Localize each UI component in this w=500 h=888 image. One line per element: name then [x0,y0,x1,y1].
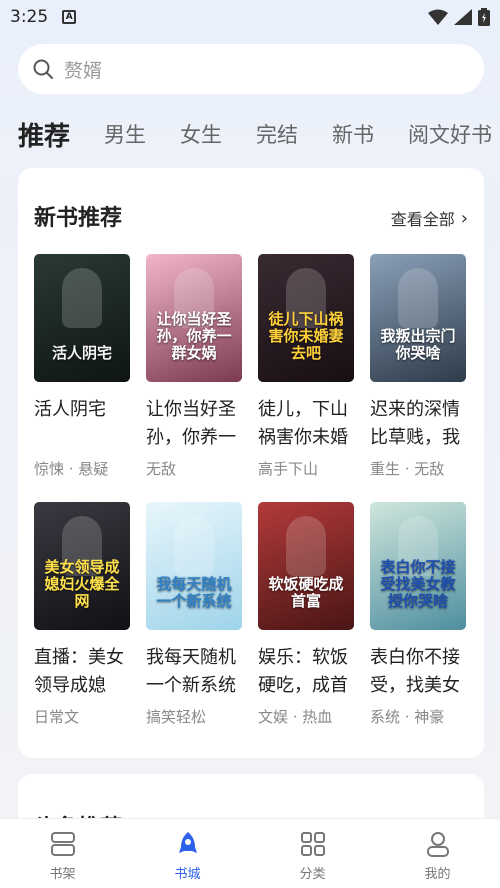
bookstore-icon [178,832,197,853]
cover-figure [174,516,214,576]
search-icon [33,59,53,79]
wifi-icon [428,9,448,25]
cover-title-text: 我每天随机一个新系统 [156,575,232,610]
chevron-right-icon: › [460,207,468,229]
book-tags: 惊悚 · 悬疑 [34,460,109,478]
cover-title-text: 软饭硬吃成首富 [268,575,344,610]
book-item[interactable]: 软饭硬吃成首富娱乐：软饭硬吃，成首文娱 · 热血 [258,502,356,727]
book-tags: 重生 · 无敌 [370,460,445,478]
section-header: 新书推荐 查看全部 › [34,198,468,234]
profile-icon [426,832,449,857]
nav-bookshelf[interactable]: 书架 [0,819,125,888]
signal-icon [454,9,472,25]
book-item[interactable]: 我叛出宗门你哭啥迟来的深情比草贱，我重生 · 无敌 [370,254,468,479]
book-cover[interactable]: 我叛出宗门你哭啥 [370,254,466,382]
tab-female[interactable]: 女生 [180,119,222,149]
cover-title-text: 活人阴宅 [51,344,112,362]
nav-category-label: 分类 [299,867,326,882]
book-cover[interactable]: 美女领导成媳妇火爆全网 [34,502,130,630]
book-title[interactable]: 活人阴宅 [34,396,132,452]
cover-title-text: 我叛出宗门你哭啥 [380,327,456,362]
book-item[interactable]: 让你当好圣孙，你养一群女娲让你当好圣孙，你养一无敌 [146,254,244,479]
book-tags: 系统 · 神豪 [370,708,445,726]
search-bar[interactable]: 赘婿 [18,44,484,94]
book-tags: 无敌 [146,460,177,478]
nav-bookstore-label: 书城 [174,867,201,882]
search-input[interactable]: 赘婿 [64,56,102,83]
book-item[interactable]: 美女领导成媳妇火爆全网直播：美女领导成媳日常文 [34,502,132,727]
book-tags: 高手下山 [258,460,319,478]
nav-profile[interactable]: 我的 [375,819,500,888]
app-notification-icon: A [62,10,77,24]
status-bar: 3:25 A [0,0,500,34]
book-title[interactable]: 直播：美女领导成媳 [34,644,132,700]
book-title[interactable]: 表白你不接受，找美女 [370,644,468,700]
book-cover[interactable]: 让你当好圣孙，你养一群女娲 [146,254,242,382]
book-title[interactable]: 娱乐：软饭硬吃，成首 [258,644,356,700]
nav-bookstore[interactable]: 书城 [125,819,250,888]
bottom-nav: 书架 书城 分类 我的 [0,818,500,888]
category-tabs: 推荐 男生 女生 完结 新书 阅文好书 [18,112,500,156]
book-item[interactable]: 我每天随机一个新系统 我每天随机一个新系统 搞笑轻松 [146,502,244,727]
book-title[interactable]: 让你当好圣孙，你养一 [146,396,244,452]
cover-figure [398,268,438,328]
book-item[interactable]: 活人阴宅 活人阴宅 惊悚 · 悬疑 [34,254,132,479]
see-all-label: 查看全部 [390,210,455,229]
bookshelf-icon [50,832,75,856]
cover-figure [286,516,326,576]
status-time: 3:25 [10,7,49,27]
book-title[interactable]: 徒儿，下山祸害你未婚 [258,396,356,452]
tab-male[interactable]: 男生 [104,119,146,149]
cover-title-text: 表白你不接受找美女教授你哭啥 [380,558,456,610]
status-icons [428,8,490,26]
category-icon [300,832,325,856]
tab-completed[interactable]: 完结 [256,119,298,149]
nav-category[interactable]: 分类 [250,819,375,888]
book-item[interactable]: 徒儿下山祸害你未婚妻去吧徒儿，下山祸害你未婚高手下山 [258,254,356,479]
cover-title-text: 美女领导成媳妇火爆全网 [44,558,120,610]
section-title: 新书推荐 [34,206,123,231]
tab-yuewen[interactable]: 阅文好书 [408,119,492,149]
book-title[interactable]: 迟来的深情比草贱，我 [370,396,468,452]
tab-new[interactable]: 新书 [332,119,374,149]
see-all-link[interactable]: 查看全部 › [391,206,468,230]
tab-recommend[interactable]: 推荐 [18,116,70,153]
book-cover[interactable]: 徒儿下山祸害你未婚妻去吧 [258,254,354,382]
book-tags: 日常文 [34,708,80,726]
book-cover[interactable]: 表白你不接受找美女教授你哭啥 [370,502,466,630]
cover-figure [62,268,102,328]
book-tags: 搞笑轻松 [146,708,207,726]
book-title[interactable]: 我每天随机一个新系统 [146,644,244,700]
new-books-card: 新书推荐 查看全部 › 活人阴宅 活人阴宅 惊悚 · 悬疑 让你当好圣孙，你养一群女娲… [18,168,484,758]
cover-title-text: 让你当好圣孙，你养一群女娲 [156,310,232,362]
book-cover[interactable]: 我每天随机一个新系统 [146,502,242,630]
nav-profile-label: 我的 [424,867,451,882]
battery-icon [478,8,490,26]
book-tags: 文娱 · 热血 [258,708,333,726]
book-cover[interactable]: 活人阴宅 [34,254,130,382]
cover-title-text: 徒儿下山祸害你未婚妻去吧 [268,310,344,362]
book-cover[interactable]: 软饭硬吃成首富 [258,502,354,630]
nav-bookshelf-label: 书架 [49,867,76,882]
book-item[interactable]: 表白你不接受找美女教授你哭啥表白你不接受，找美女系统 · 神豪 [370,502,468,727]
